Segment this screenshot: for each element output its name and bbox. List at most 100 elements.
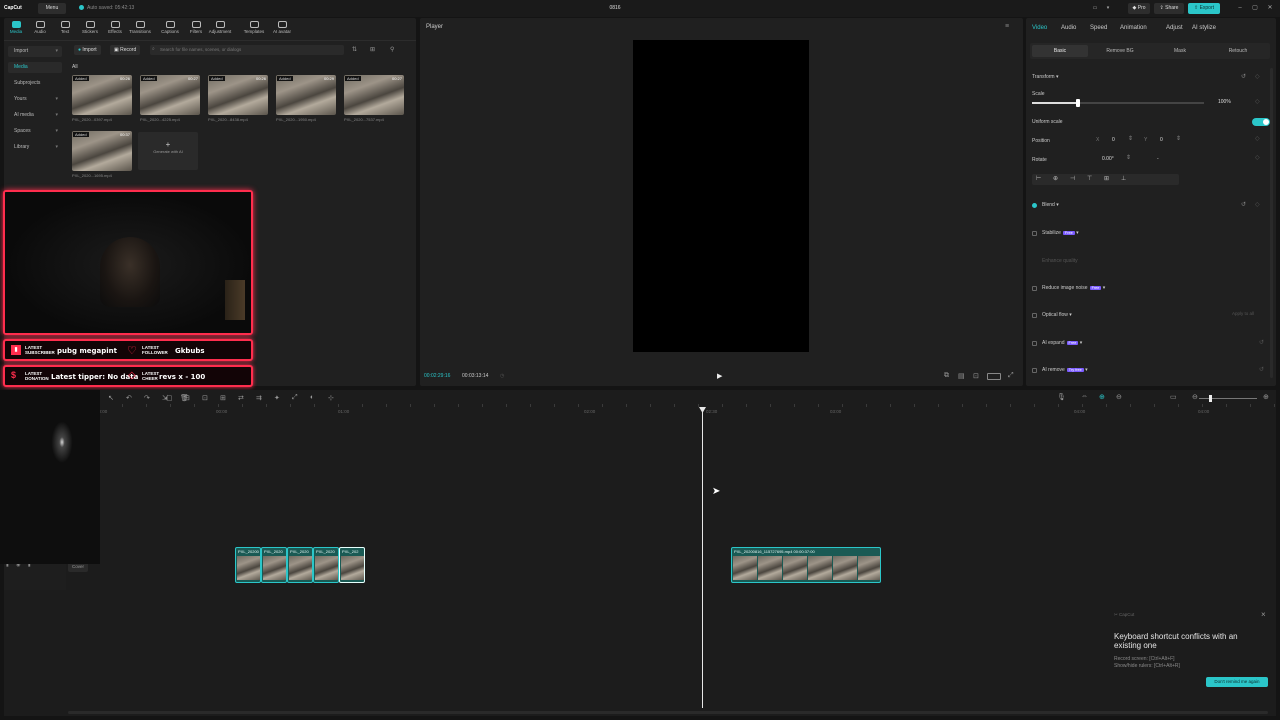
uniform-scale-toggle[interactable]: [1252, 118, 1270, 126]
media-thumbnail[interactable]: Added 00:37 PXL_2020...1695.mp4: [72, 131, 136, 181]
position-y-stepper-icon[interactable]: ⇕: [1176, 135, 1181, 142]
subtab-remove-bg[interactable]: Remove BG: [1092, 45, 1148, 57]
play-icon[interactable]: ▶: [717, 372, 722, 380]
fit-icon[interactable]: ⊡: [973, 372, 979, 380]
rotate-clip-icon[interactable]: ⊞: [220, 394, 226, 402]
ai-remove-checkbox[interactable]: [1032, 368, 1037, 373]
crop-icon[interactable]: ⧉: [944, 372, 949, 380]
timeline-clip[interactable]: PXL_2020: [287, 547, 313, 583]
media-thumbnail[interactable]: Added 00:27 PXL_2020...4225.mp4: [140, 75, 204, 125]
timeline-clip[interactable]: PXL_2020: [313, 547, 339, 583]
media-thumbnail[interactable]: Added 00:26 PXL_2020...0397.mp4: [72, 75, 136, 125]
crop-clip-icon[interactable]: ▢: [166, 394, 173, 402]
ai-remove-reset-icon[interactable]: ↺: [1259, 366, 1264, 373]
blend-keyframe-icon[interactable]: ◇: [1255, 201, 1260, 208]
keyframe-icon[interactable]: ◇: [1255, 73, 1260, 80]
blend-label[interactable]: Blend ▾: [1042, 202, 1059, 208]
record-button[interactable]: ▣ Record: [110, 45, 141, 55]
preview-axis-icon[interactable]: ▭: [1170, 393, 1177, 401]
position-x-input[interactable]: 0: [1112, 136, 1115, 145]
tool-templates[interactable]: Templates: [242, 20, 266, 38]
reverse-icon[interactable]: ⇄: [238, 394, 244, 402]
layout-chevron-icon[interactable]: ▾: [1104, 3, 1112, 14]
ai-expand-label[interactable]: AI expand Free ▾: [1042, 340, 1082, 346]
blend-checkbox[interactable]: [1032, 203, 1037, 208]
fit-clip-icon[interactable]: ⤢: [292, 394, 298, 402]
timeline-clip[interactable]: PXL_20200816_115727695.mp4 00:00:37:00: [731, 547, 881, 583]
tool-adjustment[interactable]: Adjustment: [208, 20, 232, 38]
subtab-retouch[interactable]: Retouch: [1210, 45, 1266, 57]
reduce-noise-checkbox[interactable]: [1032, 286, 1037, 291]
subtab-basic[interactable]: Basic: [1032, 45, 1088, 57]
tool-transitions[interactable]: Transitions: [128, 20, 152, 38]
zoom-in-icon[interactable]: ⊕: [1263, 393, 1269, 401]
position-x-stepper-icon[interactable]: ⇕: [1128, 135, 1133, 142]
scale-value[interactable]: 100%: [1218, 98, 1231, 107]
align-center-v-icon[interactable]: ⊞: [1104, 175, 1109, 182]
media-thumbnail[interactable]: Added 00:26 PXL_2020...8438.mp4: [208, 75, 272, 125]
scale-slider-handle[interactable]: [1076, 99, 1081, 107]
tab-video[interactable]: Video: [1032, 25, 1047, 31]
transform-label[interactable]: Transform ▾: [1032, 74, 1059, 80]
magnet-icon[interactable]: ⊕: [1099, 393, 1105, 401]
tool-captions[interactable]: Captions: [158, 20, 182, 38]
menu-button[interactable]: Menu: [38, 3, 66, 14]
export-button[interactable]: ⇧ Export: [1188, 3, 1220, 14]
link-icon[interactable]: ⇔: [1081, 393, 1088, 400]
position-y-input[interactable]: 0: [1160, 136, 1163, 145]
toast-close-icon[interactable]: ×: [1261, 610, 1266, 619]
subtab-mask[interactable]: Mask: [1152, 45, 1208, 57]
mirror-icon[interactable]: ⊡: [202, 394, 208, 402]
timeline-clip[interactable]: PXL_20200: [235, 547, 261, 583]
zoom-out-icon[interactable]: ⊖: [1192, 393, 1198, 401]
sidebar-item-ai-media[interactable]: AI media ▾: [8, 110, 62, 121]
scale-slider[interactable]: [1032, 99, 1204, 107]
position-keyframe-icon[interactable]: ◇: [1255, 135, 1260, 142]
reduce-noise-label[interactable]: Reduce image noise Free ▾: [1042, 285, 1105, 291]
tool-ai-avatar[interactable]: AI avatar: [270, 20, 294, 38]
ai-tool-icon[interactable]: ✦: [274, 394, 280, 402]
freeze-icon[interactable]: ⊟: [184, 394, 190, 402]
layout-icon[interactable]: ▭: [1090, 3, 1100, 14]
filter-icon[interactable]: ⚲: [390, 46, 394, 53]
generate-with-ai-card[interactable]: + Generate with AI: [138, 132, 198, 170]
sidebar-item-import[interactable]: Import ▾: [8, 46, 62, 57]
tool-effects[interactable]: Effects: [103, 20, 127, 38]
zoom-slider[interactable]: [1199, 395, 1257, 402]
media-thumbnail[interactable]: Added 00:27 PXL_2020...7537.mp4: [344, 75, 408, 125]
undo-icon[interactable]: ↶: [126, 394, 132, 402]
ai-remove-label[interactable]: AI remove Try free ▾: [1042, 367, 1088, 373]
view-icon[interactable]: ⊞: [370, 46, 375, 53]
sidebar-item-spaces[interactable]: Spaces ▾: [8, 126, 62, 137]
close-window-icon[interactable]: ✕: [1264, 3, 1276, 14]
tool-text[interactable]: Text: [53, 20, 77, 38]
sidebar-item-library[interactable]: Library ▾: [8, 142, 62, 153]
rotate-keyframe-icon[interactable]: ◇: [1255, 154, 1260, 161]
scale-keyframe-icon[interactable]: ◇: [1255, 98, 1260, 105]
align-top-icon[interactable]: ⊤: [1087, 175, 1092, 182]
playhead[interactable]: [702, 408, 703, 708]
zoom-slider-handle[interactable]: [1209, 395, 1212, 402]
auto-reframe-icon[interactable]: ⊹: [328, 394, 334, 402]
maximize-icon[interactable]: ▢: [1249, 3, 1261, 14]
timeline-clip[interactable]: PXL_2020: [261, 547, 287, 583]
align-right-icon[interactable]: ⊣: [1070, 175, 1075, 182]
optical-flow-label[interactable]: Optical flow ▾: [1042, 312, 1072, 318]
playhead-handle[interactable]: [699, 407, 706, 413]
tab-ai-stylize[interactable]: AI stylize: [1192, 25, 1216, 31]
tool-filters[interactable]: Filters: [184, 20, 208, 38]
mic-icon[interactable]: 🎙: [1057, 393, 1066, 401]
inspector-scrollbar[interactable]: [1270, 68, 1273, 378]
share-button[interactable]: ⇪ Share: [1154, 3, 1184, 14]
tab-speed[interactable]: Speed: [1090, 25, 1107, 31]
snap-icon[interactable]: ⊖: [1116, 393, 1122, 401]
sidebar-item-yours[interactable]: Yours ▾: [8, 94, 62, 105]
pro-button[interactable]: ◆ Pro: [1128, 3, 1150, 14]
import-button[interactable]: ● Import: [74, 45, 101, 55]
stabilize-label[interactable]: Stabilize Free ▾: [1042, 230, 1079, 236]
filter-all[interactable]: All: [72, 64, 78, 70]
tool-audio[interactable]: Audio: [28, 20, 52, 38]
blend-reset-icon[interactable]: ↺: [1241, 201, 1246, 208]
mask-icon[interactable]: ◐: [310, 394, 314, 401]
ai-expand-checkbox[interactable]: [1032, 341, 1037, 346]
